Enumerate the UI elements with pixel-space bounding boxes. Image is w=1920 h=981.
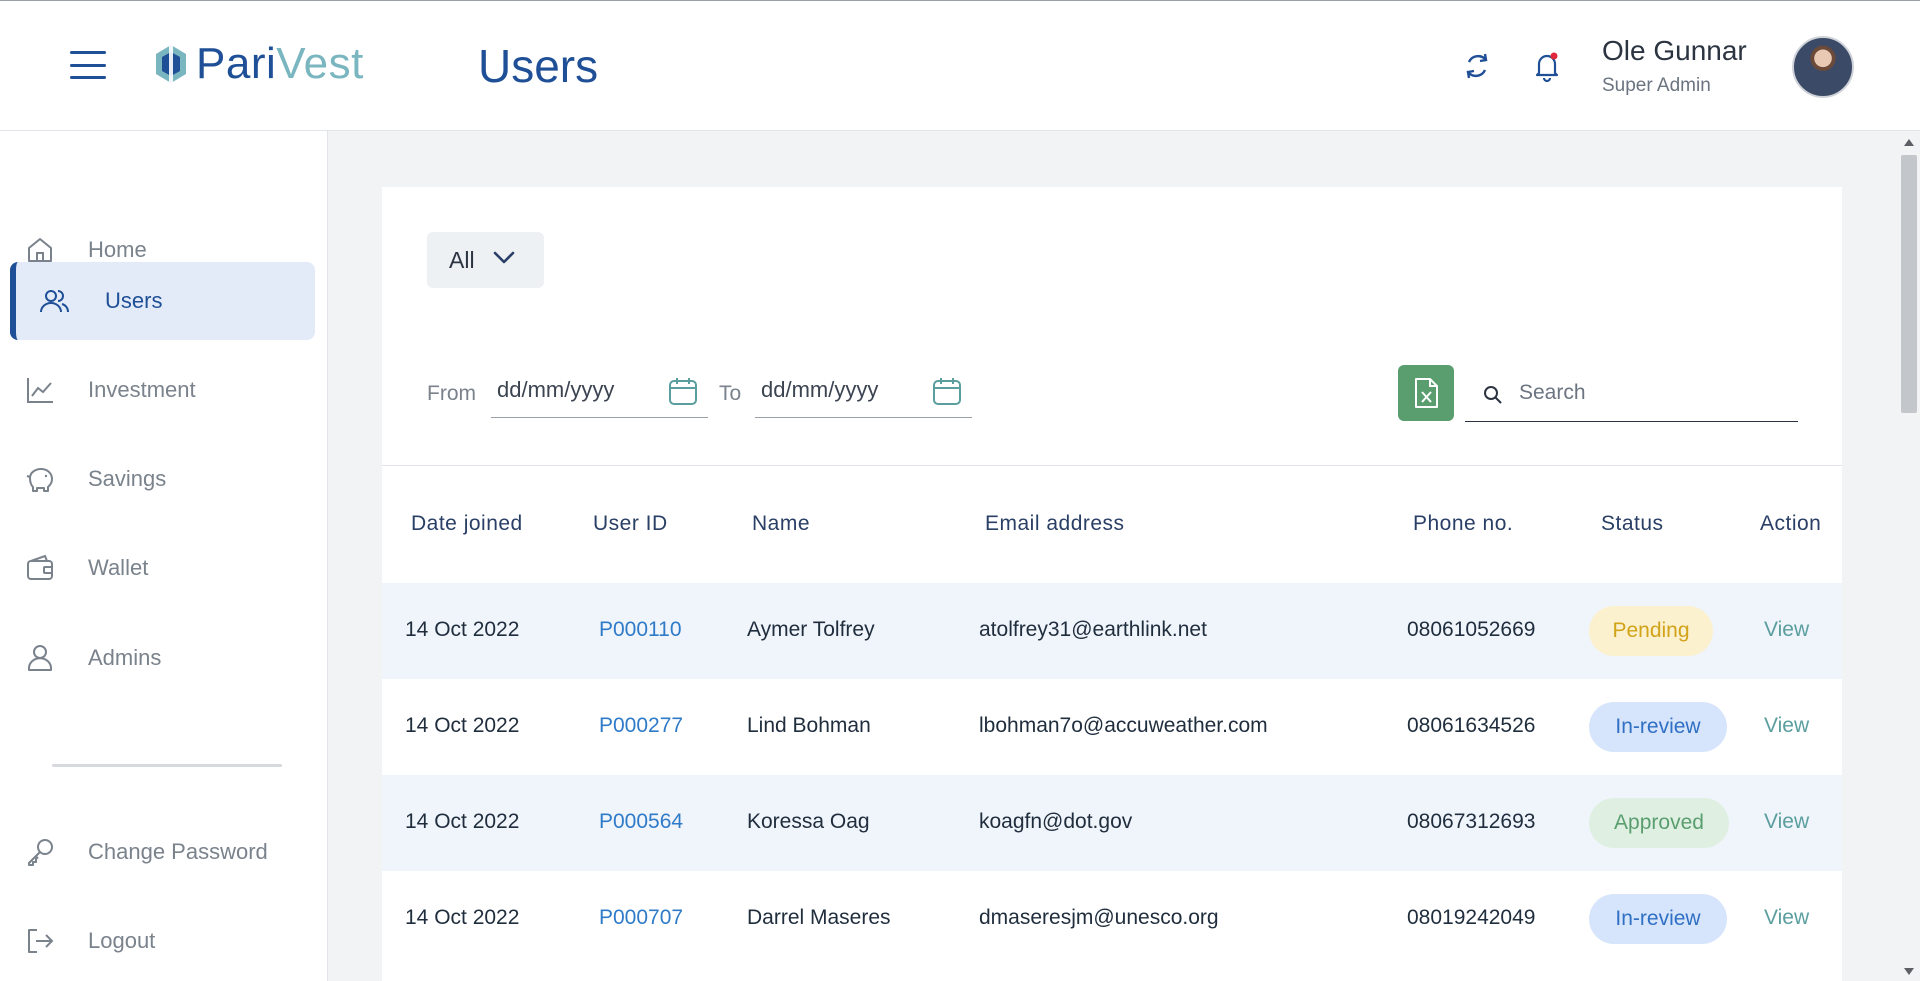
view-link[interactable]: View xyxy=(1764,714,1809,738)
sidebar-item-wallet[interactable]: Wallet xyxy=(10,529,315,607)
logo[interactable]: PariVest xyxy=(154,39,364,89)
sidebar-item-admins[interactable]: Admins xyxy=(10,619,315,697)
column-header-action: Action xyxy=(1760,512,1822,535)
notification-bell-icon[interactable] xyxy=(1530,49,1564,83)
cell-phone: 08061634526 xyxy=(1407,714,1536,737)
cell-phone: 08061052669 xyxy=(1407,618,1536,641)
view-link[interactable]: View xyxy=(1764,618,1809,642)
chevron-down-icon xyxy=(493,251,515,264)
calendar-icon[interactable] xyxy=(668,376,698,406)
scrollbar-thumb[interactable] xyxy=(1901,155,1917,413)
table-row: 14 Oct 2022 P000277 Lind Bohman lbohman7… xyxy=(382,679,1842,775)
refresh-icon[interactable] xyxy=(1460,49,1494,83)
sidebar-item-label: Wallet xyxy=(88,555,149,580)
excel-file-icon xyxy=(1415,378,1438,408)
user-icon xyxy=(28,645,52,671)
scroll-down-arrow-icon[interactable] xyxy=(1904,968,1914,975)
scroll-up-arrow-icon[interactable] xyxy=(1904,139,1914,146)
cell-user-id-link[interactable]: P000564 xyxy=(599,810,683,834)
status-badge: In-review xyxy=(1589,894,1727,944)
users-card: All From dd/mm/yyyy To dd/mm/yyyy Date j… xyxy=(382,187,1842,981)
from-date-placeholder: dd/mm/yyyy xyxy=(497,376,615,402)
sidebar-item-label: Savings xyxy=(88,466,167,491)
status-filter-value: All xyxy=(449,246,475,273)
cell-date: 14 Oct 2022 xyxy=(405,810,520,833)
sidebar-item-investment[interactable]: Investment xyxy=(10,351,315,429)
view-link[interactable]: View xyxy=(1764,810,1809,834)
status-badge: In-review xyxy=(1589,702,1727,752)
cell-name: Darrel Maseres xyxy=(747,906,891,929)
logo-text-pari: Pari xyxy=(196,39,277,88)
from-label: From xyxy=(427,382,476,405)
users-icon xyxy=(40,290,69,313)
sidebar-item-savings[interactable]: Savings xyxy=(10,440,315,518)
calendar-icon[interactable] xyxy=(932,376,962,406)
key-icon xyxy=(28,839,53,866)
cell-user-id-link[interactable]: P000277 xyxy=(599,714,683,738)
column-header-email[interactable]: Email address xyxy=(985,512,1125,536)
sidebar-item-label: Admins xyxy=(88,645,162,670)
sidebar-divider xyxy=(52,764,282,767)
cell-date: 14 Oct 2022 xyxy=(405,714,520,737)
status-badge: Approved xyxy=(1589,798,1729,848)
from-date-field[interactable]: dd/mm/yyyy xyxy=(491,362,708,418)
column-header-user-id[interactable]: User ID xyxy=(593,512,668,536)
view-link[interactable]: View xyxy=(1764,906,1809,930)
column-header-name[interactable]: Name xyxy=(752,512,810,536)
cell-phone: 08067312693 xyxy=(1407,810,1536,833)
menu-icon[interactable] xyxy=(70,51,106,79)
export-excel-button[interactable] xyxy=(1398,365,1454,421)
sidebar-item-change-password[interactable]: Change Password xyxy=(10,813,315,891)
chart-line-icon xyxy=(27,378,53,403)
sidebar-item-users[interactable]: Users xyxy=(10,262,315,340)
to-label: To xyxy=(719,382,742,405)
status-badge: Pending xyxy=(1589,606,1713,656)
table-row: 14 Oct 2022 P000707 Darrel Maseres dmase… xyxy=(382,871,1842,967)
logo-icon xyxy=(156,45,186,83)
sidebar-item-label: Investment xyxy=(88,377,196,402)
sidebar: Home Users Investment Savings Wallet Adm… xyxy=(0,131,328,981)
user-name: Ole Gunnar xyxy=(1602,35,1747,66)
table-header: Date joined User ID Name Email address P… xyxy=(382,466,1842,583)
column-header-status[interactable]: Status xyxy=(1601,512,1664,536)
top-bar: PariVest Users Ole Gunnar Super Admin xyxy=(0,0,1920,131)
avatar[interactable] xyxy=(1792,36,1854,98)
sidebar-item-label: Logout xyxy=(88,928,156,953)
cell-date: 14 Oct 2022 xyxy=(405,906,520,929)
cell-date: 14 Oct 2022 xyxy=(405,618,520,641)
to-date-placeholder: dd/mm/yyyy xyxy=(761,376,879,402)
to-date-field[interactable]: dd/mm/yyyy xyxy=(755,362,972,418)
vertical-scrollbar[interactable] xyxy=(1898,131,1920,981)
cell-email: lbohman7o@accuweather.com xyxy=(979,714,1268,737)
search-field[interactable] xyxy=(1465,365,1798,422)
logout-icon xyxy=(28,929,54,953)
cell-phone: 08019242049 xyxy=(1407,906,1536,929)
cell-name: Lind Bohman xyxy=(747,714,871,737)
page-title: Users xyxy=(478,40,599,92)
cell-user-id-link[interactable]: P000707 xyxy=(599,906,683,930)
cell-name: Koressa Oag xyxy=(747,810,870,833)
cell-name: Aymer Tolfrey xyxy=(747,618,875,641)
logo-text: PariVest xyxy=(196,39,364,89)
table-row: 14 Oct 2022 P000110 Aymer Tolfrey atolfr… xyxy=(382,583,1842,679)
cell-email: dmaseresjm@unesco.org xyxy=(979,906,1219,929)
sidebar-item-label: Change Password xyxy=(88,839,268,864)
cell-email: atolfrey31@earthlink.net xyxy=(979,618,1207,641)
sidebar-item-logout[interactable]: Logout xyxy=(10,902,315,980)
cell-email: koagfn@dot.gov xyxy=(979,810,1133,833)
sidebar-item-label: Home xyxy=(88,237,147,262)
wallet-icon xyxy=(27,554,53,580)
table-row: 14 Oct 2022 P000564 Koressa Oag koagfn@d… xyxy=(382,775,1842,871)
piggy-bank-icon xyxy=(26,468,53,492)
user-role: Super Admin xyxy=(1602,75,1711,96)
column-header-date[interactable]: Date joined xyxy=(411,512,523,536)
status-filter-select[interactable]: All xyxy=(427,232,544,288)
sidebar-item-label: Users xyxy=(105,288,163,313)
cell-user-id-link[interactable]: P000110 xyxy=(599,618,682,642)
column-header-phone[interactable]: Phone no. xyxy=(1413,512,1513,536)
logo-text-vest: Vest xyxy=(276,39,364,88)
search-icon xyxy=(1484,386,1502,404)
search-input[interactable] xyxy=(1519,375,1789,411)
